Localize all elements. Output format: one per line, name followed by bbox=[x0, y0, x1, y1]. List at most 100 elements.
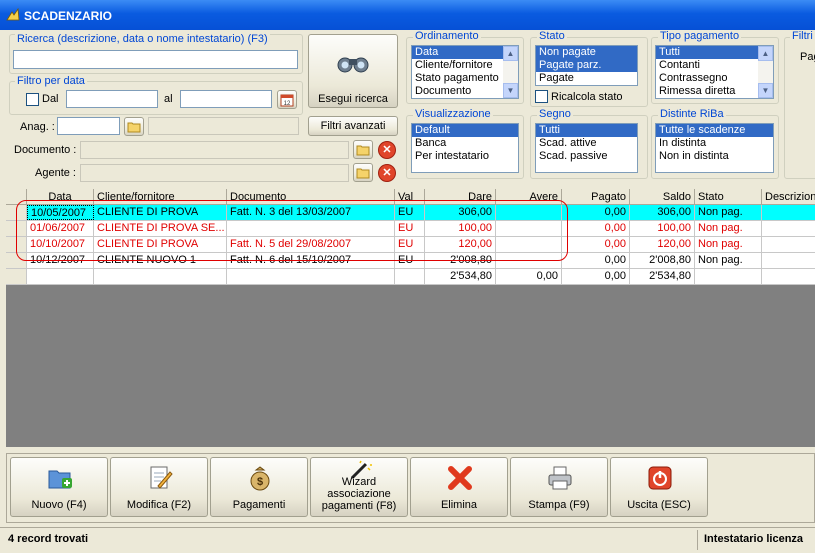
delete-x-icon bbox=[448, 466, 472, 490]
documento-clear-icon[interactable]: ✕ bbox=[378, 141, 396, 159]
app-leaf-icon bbox=[6, 8, 20, 21]
documento-browse-button[interactable] bbox=[353, 140, 373, 159]
calendar-button[interactable]: 12 bbox=[277, 90, 297, 109]
svg-text:$: $ bbox=[257, 476, 263, 488]
tipo-pagamento-item[interactable]: Rimessa diretta bbox=[656, 85, 773, 98]
col-pagato[interactable]: Pagato bbox=[562, 189, 630, 205]
folder-icon bbox=[127, 122, 141, 133]
uscita-label: Uscita (ESC) bbox=[627, 499, 691, 511]
esegui-ricerca-button[interactable]: Esegui ricerca bbox=[308, 34, 398, 108]
filtri-extra-label: Filtri a bbox=[790, 30, 815, 42]
scroll-down-icon[interactable]: ▼ bbox=[503, 83, 518, 98]
segno-item[interactable]: Scad. attive bbox=[536, 137, 637, 150]
agente-browse-button[interactable] bbox=[353, 163, 373, 182]
dal-checkbox[interactable] bbox=[26, 93, 39, 106]
cell-stato[interactable]: Non pag. bbox=[695, 221, 762, 236]
ricerca-input[interactable] bbox=[13, 50, 298, 69]
filtri-extra-sub: Pag bbox=[800, 51, 815, 63]
total-avere: 0,00 bbox=[496, 269, 562, 284]
col-saldo[interactable]: Saldo bbox=[630, 189, 695, 205]
cell-saldo[interactable]: 100,00 bbox=[630, 221, 695, 236]
distinte-item[interactable]: In distinta bbox=[656, 137, 773, 150]
cell-pagato[interactable]: 0,00 bbox=[562, 253, 630, 268]
cell-descrizione[interactable] bbox=[762, 205, 815, 220]
wizard-button[interactable]: Wizard associazione pagamenti (F8) bbox=[310, 457, 408, 517]
status-bar: 4 record trovati Intestatario licenza bbox=[0, 527, 815, 553]
tipo-pagamento-item[interactable]: Contrassegno bbox=[656, 72, 773, 85]
cell-pagato[interactable]: 0,00 bbox=[562, 237, 630, 252]
anag-input[interactable] bbox=[57, 117, 120, 135]
cell-pagato[interactable]: 0,00 bbox=[562, 221, 630, 236]
cell-saldo[interactable]: 120,00 bbox=[630, 237, 695, 252]
agente-clear-icon[interactable]: ✕ bbox=[378, 164, 396, 182]
total-saldo: 2'534,80 bbox=[630, 269, 695, 284]
bottom-toolbar: Nuovo (F4) Modifica (F2) $ Pagamenti Wiz… bbox=[6, 453, 815, 523]
cell-pagato[interactable]: 0,00 bbox=[562, 205, 630, 220]
segno-item[interactable]: Scad. passive bbox=[536, 150, 637, 163]
dal-date-input[interactable] bbox=[66, 90, 158, 108]
segno-item[interactable]: Tutti bbox=[536, 124, 637, 137]
anag-label: Anag. : bbox=[20, 121, 55, 133]
total-pagato: 0,00 bbox=[562, 269, 630, 284]
calendar-icon: 12 bbox=[280, 94, 294, 107]
al-label: al bbox=[164, 93, 173, 105]
money-bag-icon: $ bbox=[250, 466, 270, 491]
col-stato[interactable]: Stato bbox=[695, 189, 762, 205]
tipo-pagamento-list[interactable]: Tutti Contanti Contrassegno Rimessa dire… bbox=[655, 45, 774, 99]
stato-item[interactable]: Non pagate bbox=[536, 46, 637, 59]
distinte-riba-list[interactable]: Tutte le scadenze In distinta Non in dis… bbox=[655, 123, 774, 173]
binoculars-icon bbox=[337, 57, 369, 73]
svg-text:12: 12 bbox=[284, 101, 291, 107]
power-exit-icon bbox=[648, 466, 672, 490]
ricalcola-stato-checkbox[interactable] bbox=[535, 90, 548, 103]
tipo-pagamento-label: Tipo pagamento bbox=[658, 30, 742, 42]
filtri-avanzati-button[interactable]: Filtri avanzati bbox=[308, 116, 398, 136]
nuovo-button[interactable]: Nuovo (F4) bbox=[10, 457, 108, 517]
cell-descrizione[interactable] bbox=[762, 221, 815, 236]
visualizzazione-list[interactable]: Default Banca Per intestatario bbox=[411, 123, 519, 173]
tipo-pagamento-scrollbar[interactable]: ▲ ▼ bbox=[758, 46, 773, 98]
modifica-button[interactable]: Modifica (F2) bbox=[110, 457, 208, 517]
pagamenti-button[interactable]: $ Pagamenti bbox=[210, 457, 308, 517]
cell-stato[interactable]: Non pag. bbox=[695, 237, 762, 252]
visualizzazione-item[interactable]: Default bbox=[412, 124, 518, 137]
visualizzazione-item[interactable]: Per intestatario bbox=[412, 150, 518, 163]
stato-item[interactable]: Pagate parz. bbox=[536, 59, 637, 72]
cell-descrizione[interactable] bbox=[762, 237, 815, 252]
cell-saldo[interactable]: 2'008,80 bbox=[630, 253, 695, 268]
scroll-up-icon[interactable]: ▲ bbox=[758, 46, 773, 61]
visualizzazione-label: Visualizzazione bbox=[413, 108, 493, 120]
cell-stato[interactable]: Non pag. bbox=[695, 253, 762, 268]
distinte-item[interactable]: Tutte le scadenze bbox=[656, 124, 773, 137]
anag-description-field bbox=[148, 117, 299, 135]
scroll-down-icon[interactable]: ▼ bbox=[758, 83, 773, 98]
visualizzazione-item[interactable]: Banca bbox=[412, 137, 518, 150]
al-date-input[interactable] bbox=[180, 90, 272, 108]
dal-label: Dal bbox=[42, 93, 59, 105]
scroll-up-icon[interactable]: ▲ bbox=[503, 46, 518, 61]
tipo-pagamento-item[interactable]: Tutti bbox=[656, 46, 773, 59]
ordinamento-list[interactable]: Data Cliente/fornitore Stato pagamento D… bbox=[411, 45, 519, 99]
ricerca-label: Ricerca (descrizione, data o nome intest… bbox=[15, 33, 270, 45]
distinte-item[interactable]: Non in distinta bbox=[656, 150, 773, 163]
esegui-ricerca-label: Esegui ricerca bbox=[318, 93, 388, 105]
stato-item[interactable]: Pagate bbox=[536, 72, 637, 85]
col-descrizione[interactable]: Descrizion bbox=[762, 189, 815, 205]
cell-saldo[interactable]: 306,00 bbox=[630, 205, 695, 220]
segno-label: Segno bbox=[537, 108, 573, 120]
uscita-button[interactable]: Uscita (ESC) bbox=[610, 457, 708, 517]
record-count: 4 record trovati bbox=[8, 533, 89, 545]
wizard-label: Wizard associazione pagamenti (F8) bbox=[321, 476, 397, 512]
stato-list[interactable]: Non pagate Pagate parz. Pagate bbox=[535, 45, 638, 86]
folder-icon bbox=[356, 168, 370, 179]
cell-stato[interactable]: Non pag. bbox=[695, 205, 762, 220]
ordinamento-label: Ordinamento bbox=[413, 30, 481, 42]
stampa-label: Stampa (F9) bbox=[528, 499, 590, 511]
tipo-pagamento-item[interactable]: Contanti bbox=[656, 59, 773, 72]
cell-descrizione[interactable] bbox=[762, 253, 815, 268]
elimina-button[interactable]: Elimina bbox=[410, 457, 508, 517]
stampa-button[interactable]: Stampa (F9) bbox=[510, 457, 608, 517]
anag-browse-button[interactable] bbox=[124, 117, 144, 136]
ordinamento-scrollbar[interactable]: ▲ ▼ bbox=[503, 46, 518, 98]
segno-list[interactable]: Tutti Scad. attive Scad. passive bbox=[535, 123, 638, 173]
